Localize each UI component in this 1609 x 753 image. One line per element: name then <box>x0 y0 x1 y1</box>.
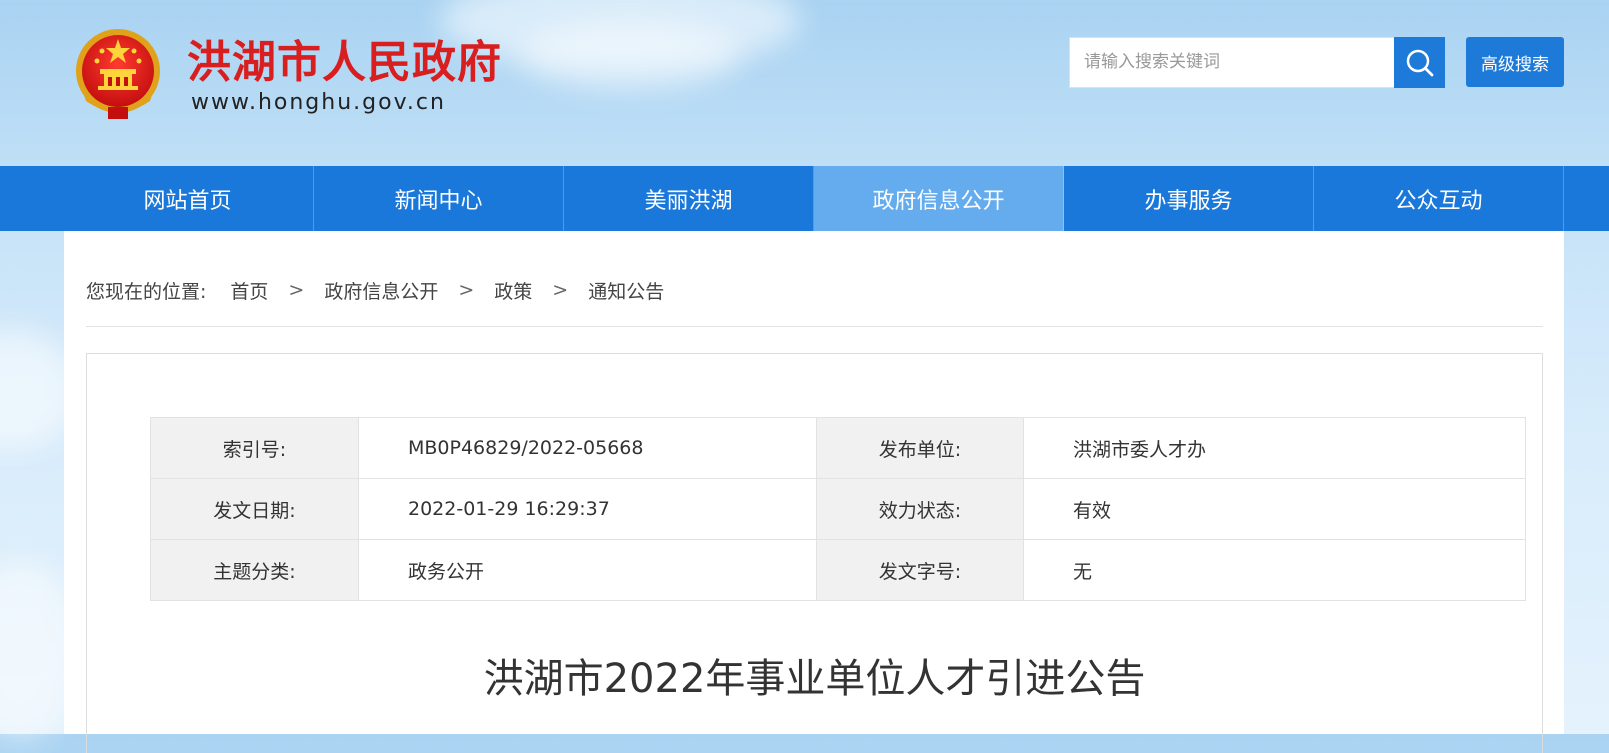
search-button[interactable] <box>1394 37 1445 88</box>
breadcrumb-divider <box>86 326 1543 327</box>
table-row: 索引号: MB0P46829/2022-05668 发布单位: 洪湖市委人才办 <box>150 417 1526 479</box>
nav-item-gov-info[interactable]: 政府信息公开 <box>814 166 1064 231</box>
breadcrumb-item-gov-info[interactable]: 政府信息公开 <box>324 277 438 304</box>
table-row: 发文日期: 2022-01-29 16:29:37 效力状态: 有效 <box>150 478 1526 540</box>
search-icon <box>1406 49 1433 76</box>
breadcrumb-item-policy[interactable]: 政策 <box>494 277 532 304</box>
meta-value-index: MB0P46829/2022-05668 <box>358 417 817 479</box>
nav-item-news[interactable]: 新闻中心 <box>314 166 564 231</box>
document-meta-table: 索引号: MB0P46829/2022-05668 发布单位: 洪湖市委人才办 … <box>150 417 1526 601</box>
main-nav: 网站首页 新闻中心 美丽洪湖 政府信息公开 办事服务 公众互动 <box>0 166 1609 231</box>
breadcrumb-item-notices[interactable]: 通知公告 <box>588 277 664 304</box>
meta-label-index: 索引号: <box>150 417 359 479</box>
breadcrumb: 您现在的位置: 首页 > 政府信息公开 > 政策 > 通知公告 <box>86 275 664 305</box>
advanced-search-button[interactable]: 高级搜索 <box>1466 37 1564 87</box>
article-title: 洪湖市2022年事业单位人才引进公告 <box>483 656 1146 702</box>
search-input[interactable] <box>1070 38 1398 86</box>
nav-item-beautiful-honghu[interactable]: 美丽洪湖 <box>564 166 814 231</box>
site-url: www.honghu.gov.cn <box>191 90 446 115</box>
breadcrumb-separator: > <box>458 279 475 301</box>
meta-label-status: 效力状态: <box>816 478 1024 540</box>
meta-label-publisher: 发布单位: <box>816 417 1024 479</box>
meta-label-category: 主题分类: <box>150 539 359 601</box>
national-emblem-icon[interactable] <box>72 27 164 123</box>
site-header: 洪湖市人民政府 www.honghu.gov.cn 高级搜索 <box>0 0 1609 166</box>
breadcrumb-separator: > <box>552 279 569 301</box>
meta-label-date: 发文日期: <box>150 478 359 540</box>
meta-value-status: 有效 <box>1023 478 1526 540</box>
nav-item-interaction[interactable]: 公众互动 <box>1314 166 1564 231</box>
article-container: 索引号: MB0P46829/2022-05668 发布单位: 洪湖市委人才办 … <box>86 353 1543 753</box>
meta-value-category: 政务公开 <box>358 539 817 601</box>
main-content: 您现在的位置: 首页 > 政府信息公开 > 政策 > 通知公告 索引号: MB0… <box>64 231 1564 753</box>
breadcrumb-prefix: 您现在的位置: <box>86 280 207 303</box>
site-name[interactable]: 洪湖市人民政府 <box>187 33 502 93</box>
breadcrumb-item-home[interactable]: 首页 <box>230 277 268 304</box>
meta-value-publisher: 洪湖市委人才办 <box>1023 417 1526 479</box>
nav-item-home[interactable]: 网站首页 <box>62 166 314 231</box>
meta-value-date: 2022-01-29 16:29:37 <box>358 478 817 540</box>
search-box <box>1069 37 1398 88</box>
nav-item-services[interactable]: 办事服务 <box>1064 166 1314 231</box>
meta-value-doc-number: 无 <box>1023 539 1526 601</box>
table-row: 主题分类: 政务公开 发文字号: 无 <box>150 539 1526 601</box>
breadcrumb-separator: > <box>288 279 305 301</box>
meta-label-doc-number: 发文字号: <box>816 539 1024 601</box>
